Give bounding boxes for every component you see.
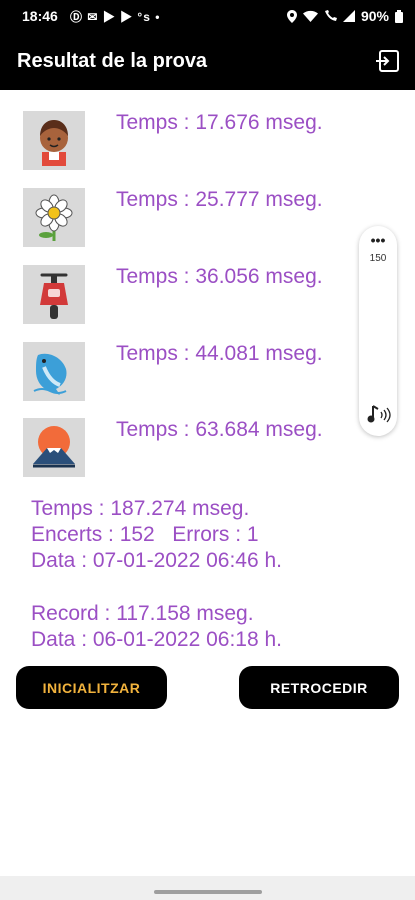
result-time: Temps : 63.684 mseg. [116, 418, 323, 441]
app-bar: Resultat de la prova [0, 34, 415, 90]
wifi-icon [302, 10, 318, 22]
status-bar: 18:46 Ⓓ ✉ ▶ ▶ °s • 90% [0, 0, 415, 34]
hits-errors: Encerts : 152 Errors : 1 [31, 523, 259, 546]
more-horizontal-icon[interactable]: ••• [359, 232, 397, 248]
dolphin-icon [23, 342, 85, 401]
total-time: Temps : 187.274 mseg. [31, 497, 250, 520]
status-time: 18:46 [22, 8, 58, 24]
mount-fuji-icon [23, 418, 85, 477]
result-time: Temps : 25.777 mseg. [116, 188, 323, 211]
home-gesture-handle[interactable] [154, 890, 262, 894]
floating-sound-panel[interactable]: ••• 150 [359, 226, 397, 436]
result-row: Temps : 63.684 mseg. [0, 418, 415, 480]
exit-icon[interactable] [375, 48, 401, 74]
daisy-flower-icon [23, 188, 85, 247]
navigation-bar [0, 876, 415, 900]
result-row: Temps : 44.081 mseg. [0, 342, 415, 404]
result-time: Temps : 17.676 mseg. [116, 111, 323, 134]
result-row: Temps : 25.777 mseg. [0, 188, 415, 250]
boy-face-icon [23, 111, 85, 170]
wifi-calling-icon [324, 10, 337, 21]
result-row: Temps : 17.676 mseg. [0, 111, 415, 173]
panel-count: 150 [369, 253, 387, 264]
initialize-button[interactable]: INICIALITZAR [16, 666, 167, 709]
result-time: Temps : 36.056 mseg. [116, 265, 323, 288]
record-time: Record : 117.158 mseg. [31, 602, 254, 625]
record-date: Data : 06-01-2022 06:18 h. [31, 628, 283, 651]
status-right-group: 90% [286, 8, 403, 24]
signal-icon [342, 10, 355, 22]
page-title: Resultat de la prova [17, 50, 208, 72]
battery-icon [395, 9, 403, 23]
test-date: Data : 07-01-2022 06:46 h. [31, 549, 283, 572]
battery-percent: 90% [360, 8, 389, 24]
back-button[interactable]: RETROCEDIR [239, 666, 399, 709]
music-note-sound-icon[interactable] [367, 404, 391, 426]
result-time: Temps : 44.081 mseg. [116, 342, 323, 365]
result-row: Temps : 36.056 mseg. [0, 265, 415, 327]
location-icon [286, 9, 297, 23]
status-notification-icons: Ⓓ ✉ ▶ ▶ °s • [70, 10, 161, 24]
scooter-icon [23, 265, 85, 324]
